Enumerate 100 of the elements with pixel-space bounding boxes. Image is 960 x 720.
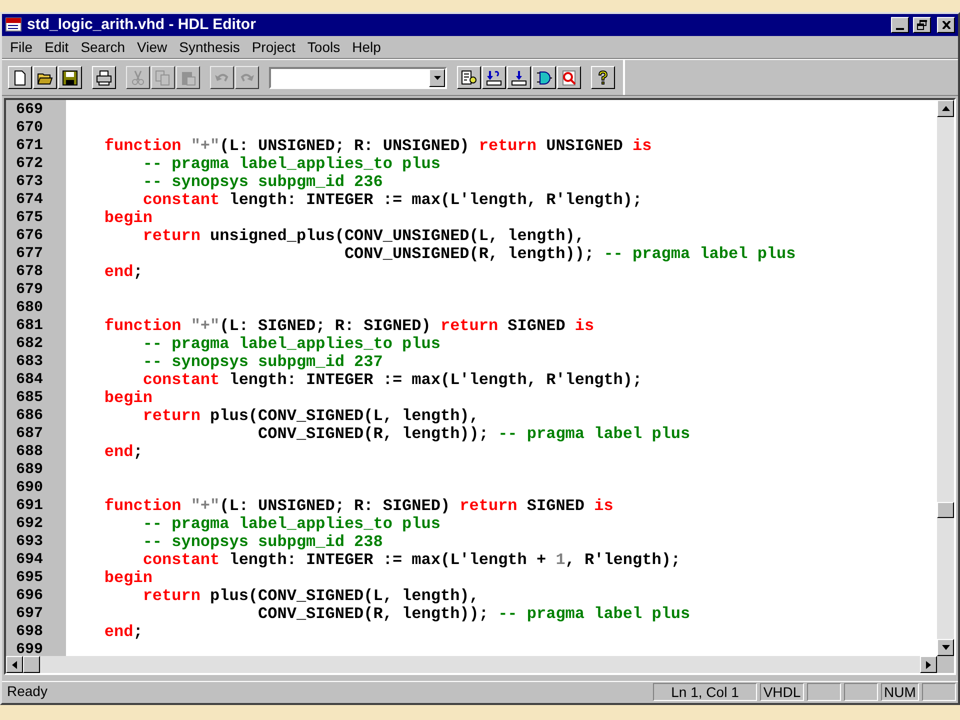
code-line: constant length: INTEGER := max(L'length, R'length);: [142, 191, 642, 209]
logic-gate-icon: [536, 70, 552, 86]
code-line: return plus(CONV_SIGNED(L, length),: [142, 407, 479, 425]
code-line: begin: [103, 389, 152, 407]
line-number: 678: [16, 263, 44, 280]
line-number: 673: [16, 173, 44, 190]
code-line: -- synopsys subpgm_id 238: [142, 533, 383, 551]
download-arrow-icon: [511, 70, 527, 86]
status-panel: NUM: [881, 682, 919, 700]
code-line: begin: [103, 569, 152, 587]
menu-item[interactable]: Tools: [301, 36, 346, 58]
code-line: CONV_SIGNED(R, length)); -- pragma label plus: [257, 425, 690, 443]
line-number: 688: [16, 443, 44, 460]
code-line: return unsigned_plus(CONV_UNSIGNED(L, length),: [142, 227, 584, 245]
scroll-down-button[interactable]: [937, 639, 954, 656]
vertical-scrollbar[interactable]: [937, 100, 954, 656]
line-number: 685: [16, 389, 44, 406]
code-line: -- pragma label_applies_to plus: [142, 155, 440, 173]
dropdown-button[interactable]: [429, 68, 445, 86]
scroll-thumb[interactable]: [23, 656, 40, 673]
code-line: return plus(CONV_SIGNED(L, length),: [142, 587, 479, 605]
document-bulb-button[interactable]: [457, 66, 481, 89]
magnifier-icon: [561, 70, 577, 86]
code-line: -- pragma label_applies_to plus: [142, 335, 440, 353]
code-line: constant length: INTEGER := max(L'length + 1, R'length);: [142, 551, 681, 569]
menu-item[interactable]: File: [4, 36, 39, 58]
minimize-icon: [896, 28, 904, 30]
scroll-right-button[interactable]: [920, 656, 937, 673]
line-number: 677: [16, 245, 44, 262]
up-arrow-icon: [942, 106, 950, 111]
line-number: 687: [16, 425, 44, 442]
floppy-disk-button[interactable]: [58, 66, 82, 89]
line-number: 676: [16, 227, 44, 244]
scroll-up-button[interactable]: [937, 100, 954, 117]
restore-icon: [917, 20, 927, 30]
menu-item[interactable]: Search: [74, 36, 132, 58]
arrow-question-icon: [486, 70, 502, 86]
close-button[interactable]: [937, 17, 955, 33]
code-line: function "+"(L: UNSIGNED; R: SIGNED) return SIGNED is: [103, 497, 614, 515]
window-title: std_logic_arith.vhd - HDL Editor: [27, 14, 256, 35]
line-number: 670: [16, 119, 44, 136]
clipboard-icon: [180, 70, 196, 86]
right-arrow-icon: [926, 660, 931, 668]
status-panel: Ln 1, Col 1: [653, 682, 757, 700]
dropdown-field[interactable]: [269, 66, 447, 88]
line-number: 681: [16, 317, 44, 334]
line-number: 696: [16, 587, 44, 604]
close-icon: [942, 21, 950, 29]
code-line: CONV_UNSIGNED(R, length)); -- pragma label plus: [343, 245, 796, 263]
line-number: 686: [16, 407, 44, 424]
scroll-left-button[interactable]: [6, 656, 23, 673]
status-panel: VHDL: [760, 682, 804, 700]
line-number: 672: [16, 155, 44, 172]
horizontal-scrollbar[interactable]: [6, 656, 937, 673]
question-mark-button[interactable]: [591, 66, 615, 89]
code-line: end;: [103, 623, 143, 641]
status-message: Ready: [6, 682, 48, 701]
line-number: 697: [16, 605, 44, 622]
left-arrow-icon: [12, 660, 17, 668]
minimize-button[interactable]: [891, 17, 909, 33]
download-arrow-button[interactable]: [507, 66, 531, 89]
scroll-thumb[interactable]: [937, 502, 954, 518]
menu-item[interactable]: Project: [246, 36, 302, 58]
line-number: 675: [16, 209, 44, 226]
menu-item[interactable]: View: [131, 36, 174, 58]
status-panel: [922, 682, 956, 700]
line-number: 684: [16, 371, 44, 388]
copy-icon: [155, 70, 171, 86]
arrow-question-button[interactable]: [482, 66, 506, 89]
document-icon: [5, 17, 23, 33]
menu-item[interactable]: Edit: [38, 36, 75, 58]
magnifier-button[interactable]: [557, 66, 581, 89]
line-number: 695: [16, 569, 44, 586]
line-number: 693: [16, 533, 44, 550]
folder-button[interactable]: [33, 66, 57, 89]
restore-button[interactable]: [913, 17, 931, 33]
down-arrow-icon: [434, 76, 440, 80]
code-line: CONV_SIGNED(R, length)); -- pragma label plus: [257, 605, 690, 623]
menu-item[interactable]: Synthesis: [173, 36, 246, 58]
code-line: constant length: INTEGER := max(L'length, R'length);: [142, 371, 642, 389]
code-line: -- synopsys subpgm_id 237: [142, 353, 383, 371]
scissors-icon: [130, 70, 146, 86]
line-number: 698: [16, 623, 44, 640]
code-line: end;: [103, 443, 143, 461]
line-number: 692: [16, 515, 44, 532]
logic-gate-button[interactable]: [532, 66, 556, 89]
line-number: 682: [16, 335, 44, 352]
code-line: -- pragma label_applies_to plus: [142, 515, 440, 533]
page-button[interactable]: [8, 66, 32, 89]
code-line: function "+"(L: SIGNED; R: SIGNED) return SIGNED is: [103, 317, 594, 335]
printer-button[interactable]: [92, 66, 116, 89]
code-line: -- synopsys subpgm_id 236: [142, 173, 383, 191]
menu-item[interactable]: Help: [346, 36, 387, 58]
line-number: 683: [16, 353, 44, 370]
line-number: 691: [16, 497, 44, 514]
status-panel: [807, 682, 841, 700]
down-arrow-icon: [942, 645, 950, 650]
line-number: 674: [16, 191, 44, 208]
line-number: 689: [16, 461, 44, 478]
line-number: 690: [16, 479, 44, 496]
